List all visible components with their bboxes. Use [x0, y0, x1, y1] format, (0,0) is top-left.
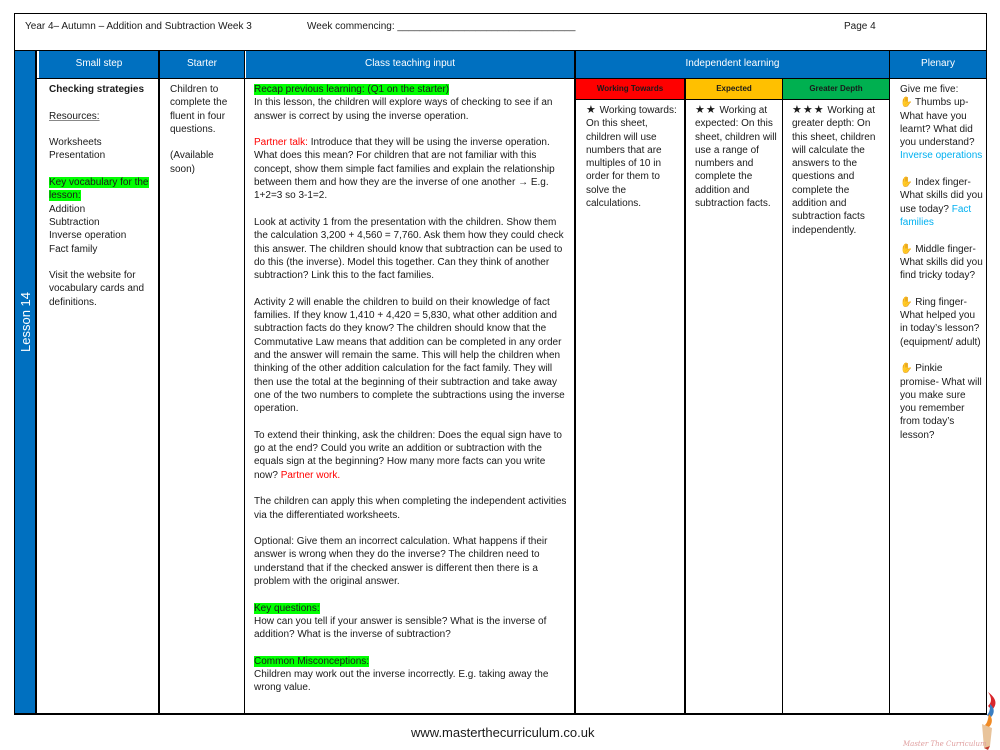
working-towards-cell: ★ Working towards: On this sheet, childr…: [576, 100, 684, 713]
plenary-item: ✋ Thumbs up- What have you learnt? What …: [900, 96, 983, 162]
greater-depth-cell: ★★★ Working at greater depth: On this sh…: [783, 100, 889, 713]
partner-talk-paragraph: Partner talk: Introduce that they will b…: [254, 136, 571, 202]
starter-text: Children to complete the fluent in four …: [170, 84, 228, 135]
teaching-intro: In this lesson, the children will explor…: [254, 97, 553, 122]
hand-icon: ✋: [900, 97, 913, 109]
starter-cell: Children to complete the fluent in four …: [160, 79, 244, 713]
hand-icon: ✋: [900, 296, 913, 308]
plenary-item: ✋ Ring finger- What helped you in today’…: [900, 296, 983, 349]
vocab-item: Subtraction: [49, 216, 100, 228]
header-small-step: Small step: [39, 51, 159, 78]
plenary-cell: Give me five: ✋ Thumbs up- What have you…: [890, 79, 986, 713]
key-questions-label: Key questions:: [254, 602, 320, 614]
plenary-item: ✋ Pinkie promise- What will you make sur…: [900, 362, 983, 442]
misconceptions-text: Children may work out the inverse incorr…: [254, 669, 549, 694]
title-row: Year 4– Autumn – Addition and Subtractio…: [15, 14, 986, 51]
hand-icon: ✋: [900, 177, 913, 189]
logo-text: Master The Curriculum: [903, 740, 987, 748]
header-independent-learning: Independent learning: [576, 51, 889, 78]
extend-paragraph: To extend their thinking, ask the childr…: [254, 429, 571, 482]
expected-text: Working at expected: On this sheet, chil…: [695, 105, 777, 210]
plenary-intro: Give me five:: [900, 84, 959, 95]
activity-1-text: Look at activity 1 from the presentation…: [254, 216, 564, 282]
website-note: Visit the website for vocabulary cards a…: [49, 270, 145, 308]
document-title: Year 4– Autumn – Addition and Subtractio…: [25, 21, 252, 32]
key-questions-text: How can you tell if your answer is sensi…: [254, 615, 547, 641]
star-icon: ★★★: [792, 104, 825, 116]
band-working-towards: Working Towards: [576, 79, 684, 99]
lesson-column: Lesson 14: [15, 51, 37, 714]
small-step-cell: Checking strategies Resources: Worksheet…: [39, 79, 159, 713]
vocab-label: Key vocabulary for the: [49, 177, 149, 189]
plenary-item-text: Ring finger- What helped you in today’s …: [900, 296, 981, 348]
resource-item: Worksheets: [49, 137, 102, 149]
partner-work-label: Partner work.: [280, 469, 341, 481]
hand-icon: ✋: [900, 243, 913, 255]
star-icon: ★: [586, 104, 597, 116]
vocab-item: Inverse operation: [49, 230, 127, 242]
vocab-item: Addition: [49, 203, 86, 215]
hand-icon: ✋: [900, 363, 913, 375]
band-expected: Expected: [686, 79, 782, 99]
plenary-item: ✋ Index finger- What skills did you use …: [900, 176, 983, 229]
plenary-item-text: Thumbs up- What have you learnt? What di…: [900, 97, 975, 149]
vocab-item: Fact family: [49, 243, 98, 255]
divider: [15, 713, 986, 715]
footer-url[interactable]: www.masterthecurriculum.co.uk: [411, 726, 595, 740]
lesson-plan-page: Year 4– Autumn – Addition and Subtractio…: [14, 13, 987, 715]
resource-item: Presentation: [49, 150, 106, 162]
vocab-label: lesson:: [49, 190, 81, 202]
plenary-answer: Inverse operations: [900, 150, 983, 162]
star-icon: ★★: [695, 104, 717, 116]
partner-talk-label: Partner talk:: [254, 137, 308, 149]
plenary-item: ✋ Middle finger- What skills did you fin…: [900, 243, 983, 283]
working-towards-text: Working towards: On this sheet, children…: [586, 105, 677, 210]
greater-depth-text: Working at greater depth: On this sheet,…: [792, 105, 876, 236]
expected-cell: ★★ Working at expected: On this sheet, c…: [686, 100, 782, 713]
misconceptions-label: Common Misconceptions:: [254, 655, 370, 667]
activity-2-text: Activity 2 will enable the children to b…: [254, 296, 565, 415]
small-step-title: Checking strategies: [49, 84, 145, 95]
starter-availability: (Available soon): [170, 150, 214, 175]
header-class-teaching: Class teaching input: [246, 51, 574, 78]
lesson-label: Lesson 14: [18, 292, 33, 352]
plenary-item-text: Middle finger- What skills did you find …: [900, 243, 983, 282]
plenary-item-text: Pinkie promise- What will you make sure …: [900, 363, 982, 441]
class-teaching-cell: Recap previous learning: (Q1 on the star…: [245, 79, 574, 713]
resources-label: Resources:: [49, 110, 100, 122]
recap-label: Recap previous learning: (Q1 on the star…: [254, 84, 450, 95]
band-greater-depth: Greater Depth: [783, 79, 889, 99]
header-plenary: Plenary: [890, 51, 986, 78]
optional-text: Optional: Give them an incorrect calcula…: [254, 536, 548, 587]
page-number: Page 4: [844, 21, 876, 32]
week-commencing: Week commencing: _______________________…: [307, 21, 576, 32]
apply-text: The children can apply this when complet…: [254, 496, 567, 521]
header-starter: Starter: [160, 51, 244, 78]
